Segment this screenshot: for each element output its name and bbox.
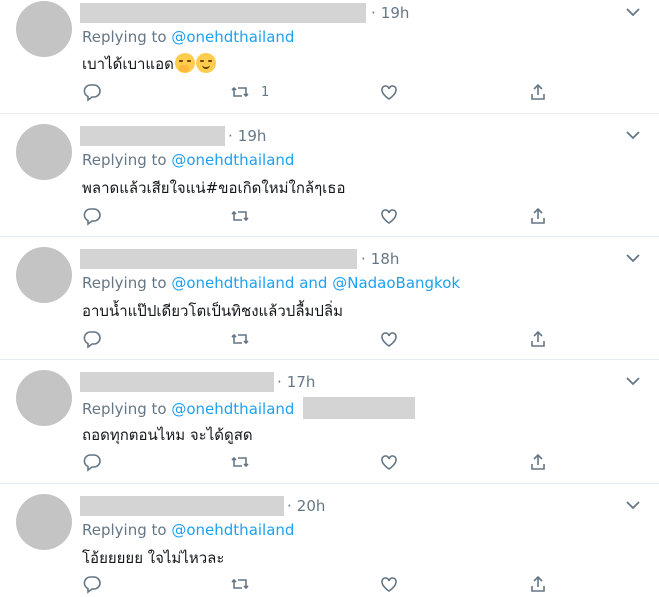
replying-to-label: Replying to bbox=[82, 28, 167, 46]
avatar[interactable] bbox=[16, 494, 72, 550]
reply-icon[interactable] bbox=[82, 206, 104, 228]
reply-feed: · 19h Replying to @onehdthailand เบาได้เบ… bbox=[0, 0, 659, 597]
like-icon[interactable] bbox=[379, 329, 401, 351]
redacted-mention bbox=[303, 397, 416, 419]
retweet-icon[interactable] bbox=[230, 452, 252, 474]
retweet-icon[interactable] bbox=[230, 82, 252, 104]
retweet-icon[interactable] bbox=[230, 574, 252, 596]
like-icon[interactable] bbox=[379, 82, 401, 104]
reply-icon[interactable] bbox=[82, 82, 104, 104]
replying-to-label: Replying to bbox=[82, 151, 167, 169]
avatar[interactable] bbox=[16, 1, 72, 57]
redacted-username bbox=[80, 126, 225, 146]
mention-connector: and bbox=[299, 274, 328, 292]
tweet-text: ถอดทุกตอนไหม จะได้ดูสด bbox=[82, 426, 253, 444]
tweet-timestamp[interactable]: · 19h bbox=[228, 127, 266, 145]
redacted-username bbox=[80, 496, 284, 516]
mention-link[interactable]: @onehdthailand bbox=[171, 151, 294, 169]
reply-tweet[interactable]: · 19h Replying to @onehdthailand พลาดแล้ว… bbox=[0, 114, 659, 237]
like-icon[interactable] bbox=[379, 452, 401, 474]
mention-link[interactable]: @onehdthailand bbox=[171, 400, 294, 418]
tweet-timestamp[interactable]: · 17h bbox=[277, 373, 315, 391]
avatar[interactable] bbox=[16, 247, 72, 303]
tweet-text: โอ้ยยยยย ใจไม่ไหวละ bbox=[82, 549, 225, 567]
avatar[interactable] bbox=[16, 370, 72, 426]
mention-link[interactable]: @NadaoBangkok bbox=[332, 274, 460, 292]
reply-icon[interactable] bbox=[82, 452, 104, 474]
share-icon[interactable] bbox=[528, 206, 550, 228]
chevron-down-icon[interactable] bbox=[624, 252, 642, 266]
mention-link[interactable]: @onehdthailand bbox=[171, 28, 294, 46]
mention-link[interactable]: @onehdthailand bbox=[171, 274, 294, 292]
chevron-down-icon[interactable] bbox=[624, 499, 642, 513]
tweet-timestamp[interactable]: · 18h bbox=[361, 250, 399, 268]
replying-to-label: Replying to bbox=[82, 400, 167, 418]
reply-tweet[interactable]: · 20h Replying to @onehdthailand โอ้ยยยยย… bbox=[0, 484, 659, 597]
replying-to-line: Replying to @onehdthailand and @NadaoBan… bbox=[82, 274, 460, 292]
replying-to-line: Replying to @onehdthailand bbox=[82, 397, 416, 419]
avatar[interactable] bbox=[16, 124, 72, 180]
replying-to-line: Replying to @onehdthailand bbox=[82, 521, 294, 539]
reply-tweet[interactable]: · 18h Replying to @onehdthailand and @Nad… bbox=[0, 237, 659, 360]
chevron-down-icon[interactable] bbox=[624, 6, 642, 20]
share-icon[interactable] bbox=[528, 452, 550, 474]
retweet-icon[interactable] bbox=[230, 329, 252, 351]
share-icon[interactable] bbox=[528, 574, 550, 596]
reply-icon[interactable] bbox=[82, 574, 104, 596]
tweet-text: อาบน้ำแป๊ปเดียวโตเป็นทิชงแล้วปลื้มปลิ่ม bbox=[82, 302, 343, 320]
tweet-timestamp[interactable]: · 20h bbox=[287, 497, 325, 515]
redacted-username bbox=[80, 249, 357, 269]
chevron-down-icon[interactable] bbox=[624, 129, 642, 143]
reply-tweet[interactable]: · 17h Replying to @onehdthailand ถอดทุกตอ… bbox=[0, 360, 659, 484]
face-with-hand-over-mouth-emoji bbox=[174, 53, 195, 73]
tweet-timestamp[interactable]: · 19h bbox=[371, 4, 409, 22]
redacted-username bbox=[80, 372, 274, 392]
replying-to-label: Replying to bbox=[82, 274, 167, 292]
retweet-icon[interactable] bbox=[230, 206, 252, 228]
reply-tweet[interactable]: · 19h Replying to @onehdthailand เบาได้เบ… bbox=[0, 0, 659, 114]
share-icon[interactable] bbox=[528, 329, 550, 351]
relieved-face-emoji bbox=[195, 53, 216, 73]
reply-icon[interactable] bbox=[82, 329, 104, 351]
chevron-down-icon[interactable] bbox=[624, 375, 642, 389]
retweet-count: 1 bbox=[261, 85, 270, 100]
tweet-text: เบาได้เบาแอด bbox=[82, 52, 216, 76]
like-icon[interactable] bbox=[379, 206, 401, 228]
replying-to-line: Replying to @onehdthailand bbox=[82, 151, 294, 169]
share-icon[interactable] bbox=[528, 82, 550, 104]
replying-to-line: Replying to @onehdthailand bbox=[82, 28, 294, 46]
redacted-username bbox=[80, 3, 366, 23]
mention-link[interactable]: @onehdthailand bbox=[171, 521, 294, 539]
replying-to-label: Replying to bbox=[82, 521, 167, 539]
like-icon[interactable] bbox=[379, 574, 401, 596]
tweet-text: พลาดแล้วเสียใจแน่#ขอเกิดใหม่ใกล้ๆเธอ bbox=[82, 179, 346, 197]
